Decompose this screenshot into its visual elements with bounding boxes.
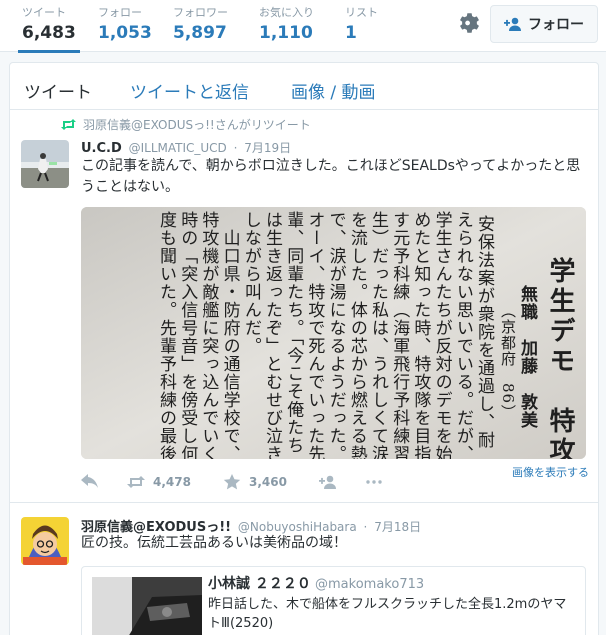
follow-from-tweet-button[interactable] <box>319 474 365 490</box>
tweet-actions: 4,478 3,460 <box>81 472 383 492</box>
newspaper-line: で、涙が湯になるようだった。 <box>325 211 346 459</box>
stat-following-value: 1,053 <box>98 23 152 43</box>
tab-tweets[interactable]: ツイート <box>24 78 92 103</box>
tweet-text: 匠の技。伝統工芸品あるいは美術品の域！ <box>81 535 347 551</box>
tweet-text: この記事を読んで、朝からボロ泣きした。これほどSEALDsやってよかったと思うこ… <box>81 158 581 195</box>
header-separator: · <box>233 141 238 155</box>
follow-button-label: フォロー <box>528 17 584 33</box>
newspaper-author: 無職 加藤 敦美 <box>517 285 537 429</box>
stat-followers-label: フォロワー <box>173 6 228 19</box>
like-count: 3,460 <box>249 475 287 489</box>
stat-following-label: フォロー <box>98 6 142 19</box>
newspaper-location: （京都府 86） <box>499 303 517 421</box>
quoted-tweet-header: 小林誠 ２２２０ @makomako713 <box>208 573 424 593</box>
newspaper-line: 安保法案が衆院を通過し、耐 <box>474 215 494 449</box>
stat-tweets-value: 6,483 <box>22 23 76 43</box>
tweet-header: U.C.D @ILLMATIC_UCD · 7月19日 <box>81 139 291 156</box>
retweet-count: 4,478 <box>153 475 191 489</box>
tweet-author-handle[interactable]: @NobuyoshiHabara <box>238 520 357 534</box>
add-user-icon <box>504 17 521 31</box>
retweet-context-icon <box>61 119 76 130</box>
stat-favorites-label: お気に入り <box>259 6 314 19</box>
newspaper-headline: 学生デモ 特攻の無 <box>545 257 575 459</box>
stat-tweets[interactable]: ツイート 6,483 <box>18 6 80 53</box>
tweet-retweeted[interactable]: 羽原信義@EXODUSっ!!さんがリツイート U.C.D @ILLMATIC_U… <box>10 110 598 503</box>
reply-icon <box>81 474 98 488</box>
stat-followers[interactable]: フォロワー 5,897 <box>173 6 228 44</box>
avatar[interactable] <box>21 517 69 565</box>
timeline-tabs: ツイート ツイートと返信 画像 / 動画 <box>10 63 598 110</box>
retweet-button[interactable]: 4,478 <box>127 474 223 490</box>
more-icon <box>366 480 382 484</box>
tweet-original[interactable]: 羽原信義@EXODUSっ!! @NobuyoshiHabara · 7月18日 … <box>10 503 598 635</box>
follow-button[interactable]: フォロー <box>490 5 598 43</box>
tweet-author-name[interactable]: U.C.D <box>81 141 122 156</box>
gear-icon[interactable] <box>456 10 482 36</box>
quoted-author-name: 小林誠 ２２２０ <box>208 576 311 592</box>
quoted-tweet-thumbnail <box>92 577 202 635</box>
reply-button[interactable] <box>81 474 127 490</box>
newspaper-line: を流した。体の芯から燃える熱 <box>346 211 367 459</box>
newspaper-line: 度も聞いた。先輩予科練の最後 <box>156 211 176 459</box>
profile-stats-bar: ツイート 6,483 フォロー 1,053 フォロワー 5,897 お気に入り … <box>0 0 606 53</box>
newspaper-line: す元予科練（海軍飛行予科練習 <box>389 211 410 459</box>
newspaper-line: えられない思いでいる。だが、 <box>452 211 473 459</box>
tweet-timestamp[interactable]: 7月19日 <box>244 141 291 155</box>
header-separator: · <box>363 520 368 534</box>
newspaper-line: 学生さんたちが反対のデモを始 <box>431 211 452 459</box>
newspaper-line: オーイ、特攻で死んでいった先 <box>304 211 325 459</box>
stat-favorites[interactable]: お気に入り 1,110 <box>259 6 314 44</box>
stat-lists-value: 1 <box>345 23 357 43</box>
newspaper-line: 輩、同輩たち。「今こそ俺たち <box>283 211 304 455</box>
tab-media[interactable]: 画像 / 動画 <box>291 78 376 103</box>
stat-followers-value: 5,897 <box>173 23 227 43</box>
retweet-context: 羽原信義@EXODUSっ!!さんがリツイート <box>60 116 311 133</box>
retweet-context-text: 羽原信義@EXODUSっ!!さんがリツイート <box>83 118 311 132</box>
tweet-timestamp[interactable]: 7月18日 <box>374 520 421 534</box>
tweet-author-handle[interactable]: @ILLMATIC_UCD <box>129 141 227 155</box>
like-button[interactable]: 3,460 <box>223 474 319 490</box>
newspaper-line: は生き返ったぞ」とむせび泣き <box>262 211 282 459</box>
newspaper-line: しながら叫んだ。 <box>240 211 261 355</box>
stat-lists-label: リスト <box>345 6 378 19</box>
newspaper-line: 特攻機が敵艦に突っ込んでいく <box>198 211 219 459</box>
stat-lists[interactable]: リスト 1 <box>345 6 378 44</box>
retweet-icon <box>127 476 145 488</box>
quoted-tweet[interactable]: 小林誠 ２２２０ @makomako713 昨日話した、木で船体をフルスクラッチ… <box>81 566 586 635</box>
star-icon <box>223 474 241 490</box>
view-image-link[interactable]: 画像を表示する <box>512 464 589 480</box>
stat-tweets-label: ツイート <box>22 6 66 19</box>
newspaper-line: 山口県・防府の通信学校で、 <box>219 211 240 459</box>
stat-favorites-value: 1,110 <box>259 23 313 43</box>
newspaper-line: 生）だった私は、うれしくて涙 <box>368 211 388 459</box>
tab-tweets-and-replies[interactable]: ツイートと返信 <box>130 78 249 103</box>
add-user-icon <box>319 475 336 489</box>
stat-following[interactable]: フォロー 1,053 <box>98 6 152 44</box>
quoted-author-handle: @makomako713 <box>315 577 425 592</box>
more-button[interactable] <box>365 474 383 490</box>
quoted-tweet-text: 昨日話した、木で船体をフルスクラッチした全長1.2mのヤマトⅢ(2520) <box>208 597 567 631</box>
tweet-photo-newspaper[interactable]: 学生デモ 特攻の無 無職 加藤 敦美 （京都府 86） 安保法案が衆院を通過し、… <box>81 207 586 459</box>
avatar[interactable] <box>21 140 69 188</box>
newspaper-line: 時の「突入信号音」を傍受し何 <box>177 211 198 459</box>
timeline-card: ツイート ツイートと返信 画像 / 動画 羽原信義@EXODUSっ!!さんがリツ… <box>9 62 599 635</box>
newspaper-line: めたと知った時、特攻隊を目指 <box>410 211 431 459</box>
